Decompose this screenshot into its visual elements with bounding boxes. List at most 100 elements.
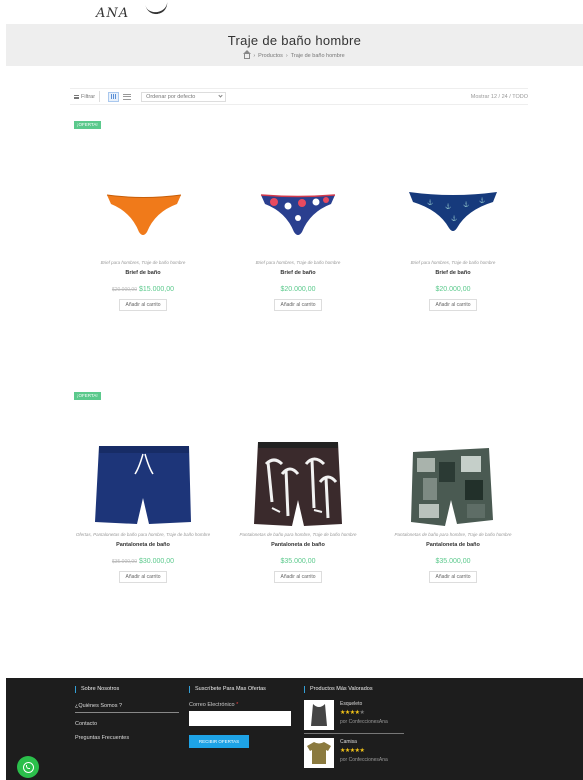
sale-badge: ¡OFERTA! (74, 121, 101, 129)
old-price: $35.000,00 (111, 559, 137, 565)
product-name[interactable]: Pantaloneta de baño (73, 542, 213, 548)
breadcrumb-sep: › (285, 52, 288, 59)
breadcrumb-item-productos[interactable]: Productos (258, 53, 283, 59)
email-label: Correo Electrónico * (189, 702, 239, 708)
product-card[interactable]: Pantalonetas de baño para hombre, Traje … (228, 412, 368, 583)
footer-about: Sobre Nosotros ¿Quiénes Somos ? Contacto… (75, 686, 179, 741)
sale-badge: ¡OFERTA! (74, 392, 101, 400)
product-image[interactable] (383, 412, 523, 532)
rated-product-author: por ConfeccionesAna (340, 757, 388, 763)
product-name[interactable]: Pantaloneta de baño (228, 542, 368, 548)
filter-button[interactable]: Filtrar (70, 91, 101, 102)
old-price: $20.000,00 (111, 287, 137, 293)
footer-heading: Suscríbete Para Mas Ofertas (189, 686, 291, 693)
price: $15.000,00 (138, 286, 175, 293)
footer-heading: Sobre Nosotros (75, 686, 179, 693)
subscribe-button[interactable]: RECIBIR OFERTAS (189, 735, 249, 748)
add-to-cart-button[interactable]: Añadir al carrito (274, 571, 322, 583)
rating-stars: ★★★★★ (340, 748, 365, 754)
product-image[interactable] (228, 412, 368, 532)
logo-text: ANA (96, 6, 130, 21)
show-label: Mostrar (470, 93, 490, 100)
product-thumbnail[interactable] (304, 700, 334, 730)
show-options[interactable]: 12 / 24 / TODO (491, 94, 528, 100)
price-row: $20.000,00 (228, 286, 368, 293)
home-icon[interactable] (243, 50, 252, 59)
divider (304, 733, 404, 734)
svg-text:⚓: ⚓ (479, 197, 485, 204)
product-category[interactable]: Brief para hombres, Traje de baño hombre (228, 260, 368, 265)
add-to-cart-button[interactable]: Añadir al carrito (119, 299, 167, 311)
product-name[interactable]: Brief de baño (228, 270, 368, 276)
add-to-cart-button[interactable]: Añadir al carrito (429, 571, 477, 583)
product-category[interactable]: Pantalonetas de baño para hombre, Traje … (383, 532, 523, 537)
rated-product-name[interactable]: Camisa (340, 738, 388, 747)
chevron-down-icon (218, 93, 223, 98)
page-title: Traje de baño hombre (227, 33, 362, 48)
svg-text:⚓: ⚓ (427, 199, 433, 206)
sort-value: Ordenar por defecto (146, 93, 196, 100)
price-row: $35.000,00 $30.000,00 (73, 558, 213, 565)
rating-stars: ★★★★★ (340, 710, 365, 716)
product-name[interactable]: Brief de baño (73, 270, 213, 276)
site-footer: Sobre Nosotros ¿Quiénes Somos ? Contacto… (6, 678, 583, 780)
product-category[interactable]: Brief para hombres, Traje de baño hombre (73, 260, 213, 265)
product-image[interactable] (73, 412, 213, 532)
list-view-button[interactable] (123, 93, 132, 100)
product-card[interactable]: Brief para hombres, Traje de baño hombre… (73, 140, 213, 311)
footer-link-contacto[interactable]: Contacto (75, 721, 179, 727)
page-title-band: Traje de baño hombre › Productos › Traje… (6, 24, 583, 66)
filter-label: Filtrar (81, 93, 96, 100)
whatsapp-button[interactable] (17, 756, 39, 778)
breadcrumb: › Productos › Traje de baño hombre (6, 50, 583, 59)
svg-text:⚓: ⚓ (445, 203, 451, 210)
product-card[interactable]: Ofertas, Pantalonetas de baño para hombr… (73, 412, 213, 583)
product-name[interactable]: Brief de baño (383, 270, 523, 276)
svg-text:⚓: ⚓ (451, 215, 457, 222)
add-to-cart-button[interactable]: Añadir al carrito (429, 299, 477, 311)
rated-product[interactable]: Camisa ★★★★★ por ConfeccionesAna (304, 738, 404, 768)
product-card[interactable]: ⚓ ⚓ ⚓ ⚓ ⚓ Brief para hombres, Traje de b… (383, 140, 523, 311)
product-image[interactable]: ⚓ ⚓ ⚓ ⚓ ⚓ (383, 140, 523, 260)
site-logo[interactable]: ANA (92, 0, 182, 22)
product-category[interactable]: Ofertas, Pantalonetas de baño para hombr… (73, 532, 213, 537)
price-row: $20.000,00 $15.000,00 (73, 286, 213, 293)
product-category[interactable]: Brief para hombres, Traje de baño hombre (383, 260, 523, 265)
price: $20.000,00 (435, 286, 471, 293)
breadcrumb-sep: › (253, 52, 256, 59)
show-count: Mostrar 12 / 24 / TODO (471, 94, 528, 100)
footer-heading: Productos Más Valorados (304, 686, 404, 693)
product-image[interactable] (73, 140, 213, 260)
price: $20.000,00 (280, 286, 316, 293)
product-thumbnail[interactable] (304, 738, 334, 768)
product-card[interactable]: Brief para hombres, Traje de baño hombre… (228, 140, 368, 311)
sort-select[interactable]: Ordenar por defecto (141, 91, 227, 102)
footer-link-faq[interactable]: Preguntas Frecuentes (75, 735, 179, 741)
price-row: $35.000,00 (228, 558, 368, 565)
rated-product[interactable]: Esqueleto ★★★★★ por ConfeccionesAna (304, 700, 404, 730)
svg-text:⚓: ⚓ (463, 201, 469, 208)
add-to-cart-button[interactable]: Añadir al carrito (274, 299, 322, 311)
breadcrumb-item-current: Traje de baño hombre (290, 52, 345, 59)
price: $35.000,00 (435, 558, 471, 565)
email-field[interactable] (189, 711, 291, 726)
price-row: $35.000,00 (383, 558, 523, 565)
grid-view-button[interactable] (108, 91, 120, 102)
filter-icon (74, 94, 79, 99)
product-category[interactable]: Pantalonetas de baño para hombre, Traje … (228, 532, 368, 537)
price-row: $20.000,00 (383, 286, 523, 293)
product-card[interactable]: Pantalonetas de baño para hombre, Traje … (383, 412, 523, 583)
price: $35.000,00 (280, 558, 316, 565)
shop-toolbar: Filtrar Ordenar por defecto Mostrar 12 /… (70, 88, 528, 105)
rated-product-name[interactable]: Esqueleto (340, 700, 388, 709)
footer-subscribe: Suscríbete Para Mas Ofertas Correo Elect… (189, 686, 291, 748)
rated-product-author: por ConfeccionesAna (340, 719, 388, 725)
whatsapp-icon (22, 761, 34, 773)
required-mark: * (236, 702, 239, 708)
product-name[interactable]: Pantaloneta de baño (383, 542, 523, 548)
add-to-cart-button[interactable]: Añadir al carrito (119, 571, 167, 583)
footer-link-quienes-somos[interactable]: ¿Quiénes Somos ? (75, 703, 179, 713)
price: $30.000,00 (138, 558, 175, 565)
product-image[interactable] (228, 140, 368, 260)
footer-top-rated: Productos Más Valorados Esqueleto ★★★★★ … (304, 686, 404, 768)
